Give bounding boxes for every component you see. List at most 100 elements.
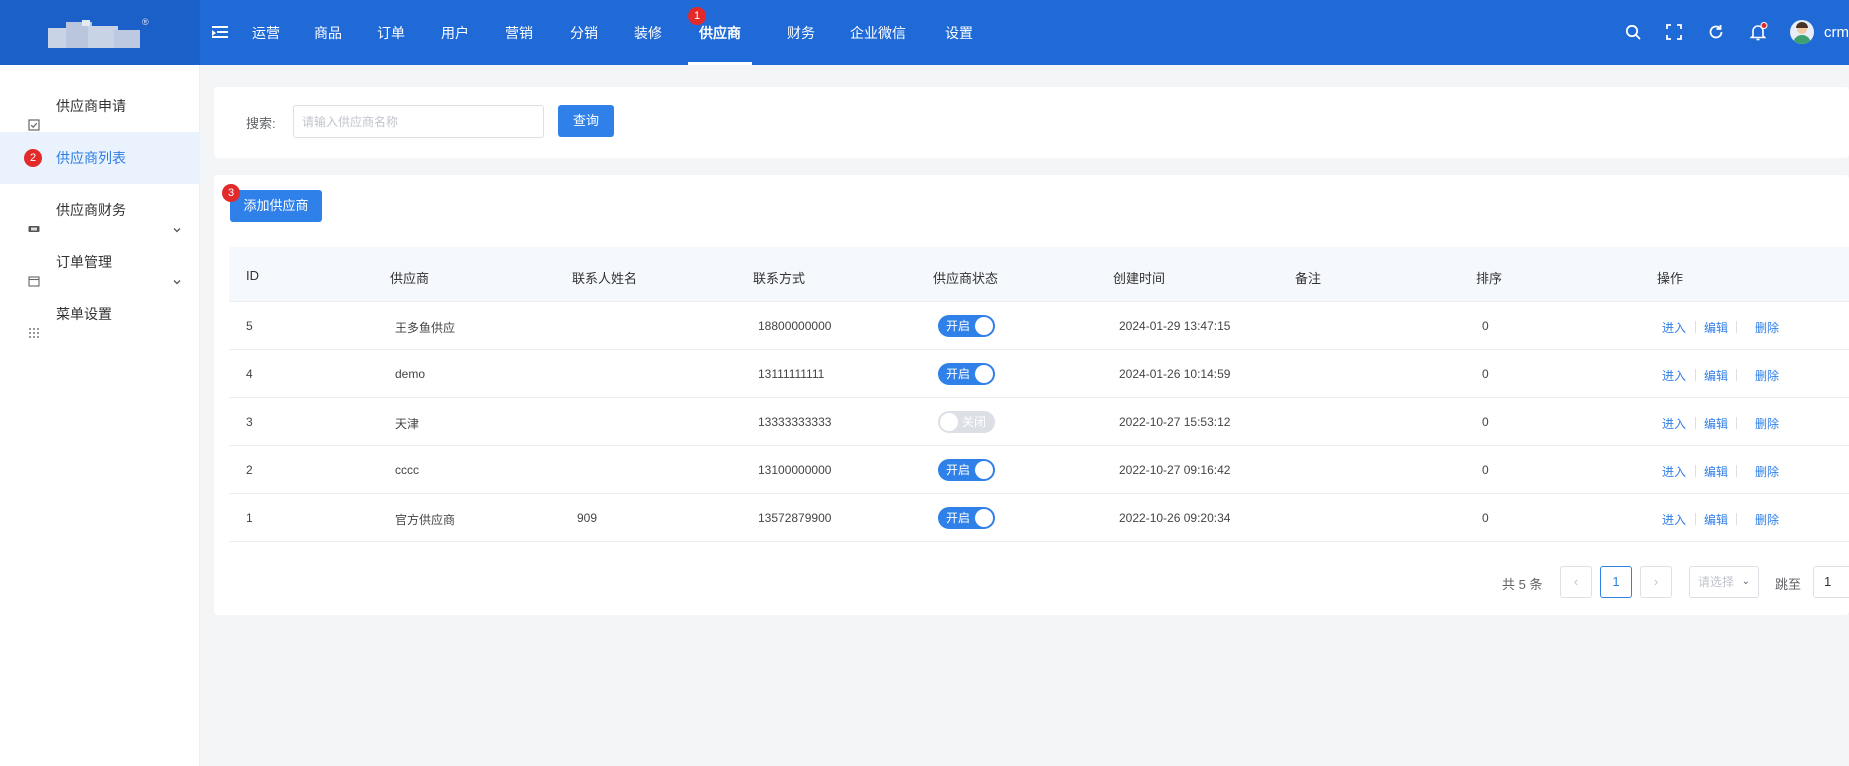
cell-created: 2022-10-27 09:16:42 (1119, 463, 1231, 477)
status-toggle-label: 开启 (946, 367, 971, 381)
topnav-item[interactable]: 运营 (239, 0, 293, 65)
topnav-item[interactable]: 企业微信 (839, 0, 917, 65)
topnav-item[interactable]: 装修 (621, 0, 675, 65)
next-page-button[interactable]: › (1640, 566, 1672, 598)
sidebar-item[interactable]: 供应商申请 (0, 80, 200, 132)
search-label: 搜索: (246, 116, 276, 131)
topnav-item[interactable]: 订单 (364, 0, 418, 65)
column-header: 供应商状态 (933, 271, 999, 286)
topnav-item[interactable]: 设置 (932, 0, 986, 65)
logo[interactable]: ® (0, 0, 200, 65)
refresh-icon[interactable] (1706, 22, 1726, 42)
toggle-knob (975, 509, 993, 527)
enter-link[interactable]: 进入 (1662, 367, 1686, 384)
user-name[interactable]: crm (1824, 24, 1849, 41)
page-button-current[interactable]: 1 (1600, 566, 1632, 598)
link-divider (1736, 465, 1737, 477)
status-toggle[interactable]: 开启 (938, 459, 995, 481)
page-size-select[interactable]: 请选择 ⌄ (1689, 566, 1759, 598)
link-divider (1695, 513, 1696, 525)
link-divider (1695, 465, 1696, 477)
link-divider (1695, 321, 1696, 333)
sidebar-item[interactable]: 2 供应商列表 (0, 132, 200, 184)
delete-link[interactable]: 删除 (1755, 511, 1779, 528)
topnav-item[interactable]: 商品 (301, 0, 355, 65)
status-toggle[interactable]: 开启 (938, 363, 995, 385)
enter-link[interactable]: 进入 (1662, 463, 1686, 480)
fullscreen-icon[interactable] (1664, 22, 1684, 42)
cell-created: 2024-01-29 13:47:15 (1119, 319, 1231, 333)
search-icon[interactable] (1623, 22, 1643, 42)
edit-link[interactable]: 编辑 (1704, 511, 1728, 528)
step-badge: 2 (24, 149, 42, 167)
sidebar-item-label: 供应商列表 (56, 150, 126, 166)
wallet-icon (28, 204, 40, 232)
table-row (229, 349, 1849, 350)
edit-link[interactable]: 编辑 (1704, 463, 1728, 480)
search-input[interactable] (293, 105, 544, 138)
topnav-item[interactable]: 分销 (557, 0, 611, 65)
status-toggle[interactable]: 关闭 (938, 411, 995, 433)
edit-link[interactable]: 编辑 (1704, 367, 1728, 384)
step-badge: 1 (688, 7, 706, 25)
cell-id: 5 (246, 319, 253, 333)
sidebar-item-label: 供应商申请 (56, 98, 126, 114)
delete-link[interactable]: 删除 (1755, 367, 1779, 384)
topnav-label: 设置 (945, 25, 973, 41)
topnav-item[interactable]: 财务 (774, 0, 828, 65)
link-divider (1736, 321, 1737, 333)
add-supplier-button[interactable]: 添加供应商 (230, 190, 322, 222)
prev-page-button[interactable]: ‹ (1560, 566, 1592, 598)
status-toggle-label: 开启 (946, 463, 971, 477)
toggle-knob (975, 461, 993, 479)
delete-link[interactable]: 删除 (1755, 319, 1779, 336)
status-toggle[interactable]: 开启 (938, 315, 995, 337)
edit-link[interactable]: 编辑 (1704, 415, 1728, 432)
topnav-item[interactable]: 营销 (492, 0, 546, 65)
cell-id: 2 (246, 463, 253, 477)
cell-sort: 0 (1482, 367, 1489, 381)
cell-name: 天津 (395, 417, 420, 431)
topnav-label: 用户 (441, 25, 469, 41)
bell-icon[interactable] (1748, 22, 1768, 42)
cell-phone: 13333333333 (758, 415, 832, 429)
order-icon (28, 256, 40, 287)
table-row (229, 541, 1849, 542)
column-header: 排序 (1476, 271, 1503, 286)
sidebar: 供应商申请 2 供应商列表供应商财务订单管理菜单设置 (0, 65, 200, 766)
delete-link[interactable]: 删除 (1755, 463, 1779, 480)
topnav-label: 供应商 (699, 25, 741, 41)
registered-mark: ® (142, 17, 149, 27)
table-header (229, 247, 1849, 302)
cell-sort: 0 (1482, 319, 1489, 333)
enter-link[interactable]: 进入 (1662, 415, 1686, 432)
topnav-item[interactable]: 用户 (428, 0, 482, 65)
sidebar-item[interactable]: 菜单设置 (0, 288, 200, 340)
table-row (229, 445, 1849, 446)
enter-link[interactable]: 进入 (1662, 319, 1686, 336)
cell-id: 4 (246, 367, 253, 381)
sidebar-item[interactable]: 订单管理 (0, 236, 200, 288)
cell-id: 1 (246, 511, 253, 525)
grid-icon (28, 308, 40, 338)
cell-sort: 0 (1482, 511, 1489, 525)
sidebar-item-label: 订单管理 (56, 254, 112, 270)
topnav-label: 商品 (314, 25, 342, 41)
top-navbar: ® 运营 商品 订单 用户 营销 分销 装修 供应商 1 财务 企业微信 设置 crm (0, 0, 1849, 65)
avatar[interactable] (1790, 20, 1814, 44)
cell-phone: 13111111111 (758, 367, 825, 381)
cell-name: 官方供应商 (395, 513, 456, 527)
menu-collapse-icon[interactable] (212, 26, 228, 39)
enter-link[interactable]: 进入 (1662, 511, 1686, 528)
cell-name: cccc (395, 463, 419, 477)
status-toggle[interactable]: 开启 (938, 507, 995, 529)
link-divider (1736, 417, 1737, 429)
cell-phone: 18800000000 (758, 319, 832, 333)
column-header: 供应商 (390, 271, 430, 286)
edit-link[interactable]: 编辑 (1704, 319, 1728, 336)
jump-page-input[interactable]: 1 (1813, 566, 1849, 598)
query-button[interactable]: 查询 (558, 105, 614, 137)
step-badge: 3 (222, 184, 240, 202)
sidebar-item[interactable]: 供应商财务 (0, 184, 200, 236)
delete-link[interactable]: 删除 (1755, 415, 1779, 432)
